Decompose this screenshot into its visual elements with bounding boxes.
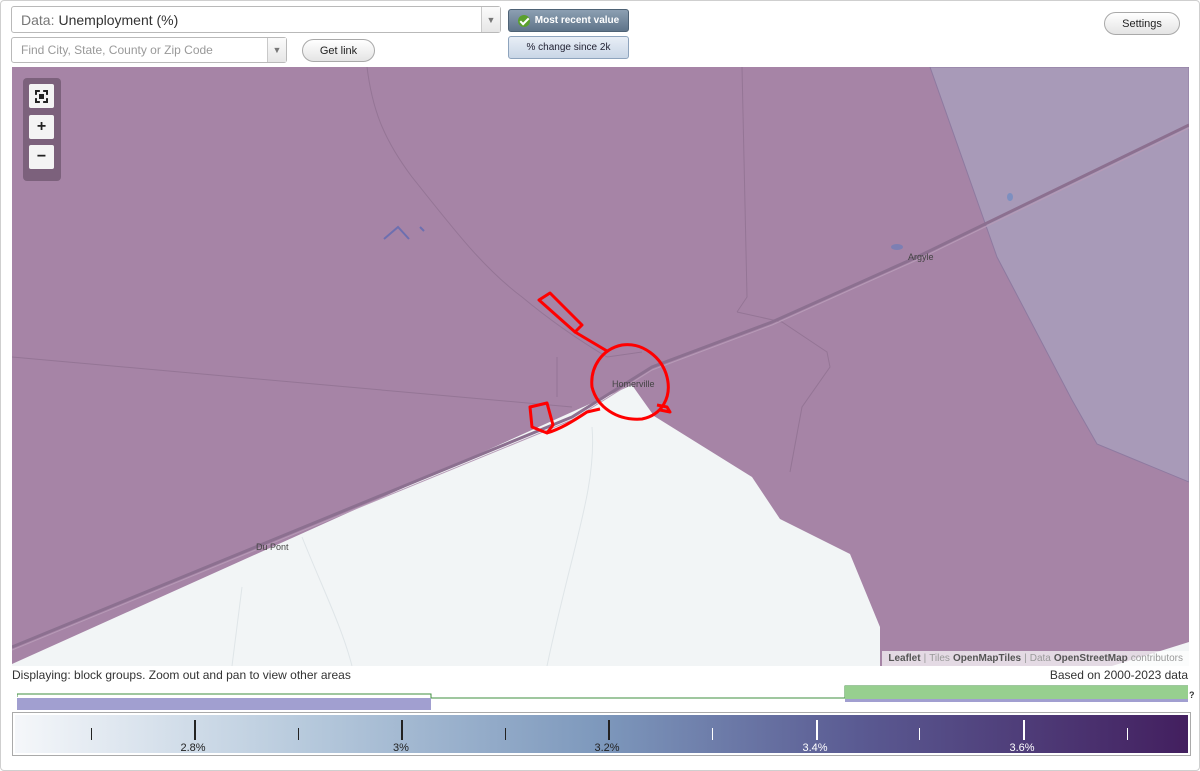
displaying-note: Displaying: block groups. Zoom out and p… bbox=[12, 668, 351, 682]
legend-tick bbox=[919, 728, 920, 740]
color-legend: 2.8% 3% 3.2% 3.4% 3.6% bbox=[12, 712, 1191, 756]
legend-tick-major bbox=[194, 720, 196, 740]
search-input[interactable] bbox=[12, 38, 267, 62]
data-prefix-label: Data: bbox=[21, 11, 55, 28]
tiles-label: Tiles bbox=[929, 653, 950, 664]
contributors-label: contributors bbox=[1130, 653, 1183, 664]
openstreetmap-link[interactable]: OpenStreetMap bbox=[1054, 653, 1128, 664]
data-label: Data bbox=[1029, 653, 1051, 664]
data-value: Unemployment (%) bbox=[58, 11, 179, 28]
legend-tick bbox=[712, 728, 713, 740]
check-icon bbox=[517, 14, 530, 27]
legend-tick-major bbox=[816, 720, 818, 740]
zoom-controls: + − bbox=[23, 78, 61, 181]
zoom-in-button[interactable]: + bbox=[29, 115, 54, 139]
legend-tick-major bbox=[401, 720, 403, 740]
legend-tick bbox=[91, 728, 92, 740]
most-recent-label: Most recent value bbox=[534, 15, 620, 26]
openmaptiles-link[interactable]: OpenMapTiles bbox=[953, 653, 1021, 664]
data-dropdown[interactable]: Data: Unemployment (%) ▼ bbox=[11, 6, 501, 33]
pct-change-toggle[interactable]: % change since 2k bbox=[508, 36, 629, 59]
distribution-band bbox=[17, 685, 1188, 710]
chevron-down-icon[interactable]: ▼ bbox=[481, 7, 500, 32]
place-label-du-pont: Du Pont bbox=[256, 542, 289, 552]
get-link-button[interactable]: Get link bbox=[302, 39, 375, 62]
legend-label: 3.6% bbox=[1009, 742, 1035, 754]
attribution-separator: | bbox=[1024, 653, 1027, 664]
settings-button[interactable]: Settings bbox=[1104, 12, 1180, 35]
legend-tick bbox=[298, 728, 299, 740]
location-search[interactable]: ▼ bbox=[11, 37, 287, 63]
map-view[interactable]: Argyle Homerville Du Pont + − Leaflet | … bbox=[12, 67, 1189, 666]
zoom-out-button[interactable]: − bbox=[29, 145, 54, 169]
legend-tick bbox=[1127, 728, 1128, 740]
map-layer bbox=[12, 67, 1189, 666]
data-range-note: Based on 2000-2023 data bbox=[1049, 668, 1188, 682]
help-icon[interactable]: ? bbox=[1189, 690, 1195, 700]
place-label-homerville: Homerville bbox=[612, 379, 655, 389]
leaflet-link[interactable]: Leaflet bbox=[888, 653, 920, 664]
legend-tick-major bbox=[608, 720, 610, 740]
legend-label: 2.8% bbox=[180, 742, 206, 754]
fit-bounds-button[interactable] bbox=[29, 84, 54, 108]
legend-tick-major bbox=[1023, 720, 1025, 740]
fit-bounds-icon bbox=[35, 89, 48, 103]
legend-gradient: 2.8% 3% 3.2% 3.4% 3.6% bbox=[15, 715, 1188, 754]
place-label-argyle: Argyle bbox=[908, 252, 934, 262]
most-recent-value-toggle[interactable]: Most recent value bbox=[508, 9, 629, 32]
chevron-down-icon[interactable]: ▼ bbox=[267, 38, 286, 62]
attribution-separator: | bbox=[923, 653, 927, 664]
legend-tick bbox=[505, 728, 506, 740]
legend-label: 3% bbox=[393, 742, 409, 754]
legend-label: 3.2% bbox=[594, 742, 620, 754]
map-attribution: Leaflet | Tiles OpenMapTiles | Data Open… bbox=[882, 651, 1189, 666]
legend-label: 3.4% bbox=[802, 742, 828, 754]
